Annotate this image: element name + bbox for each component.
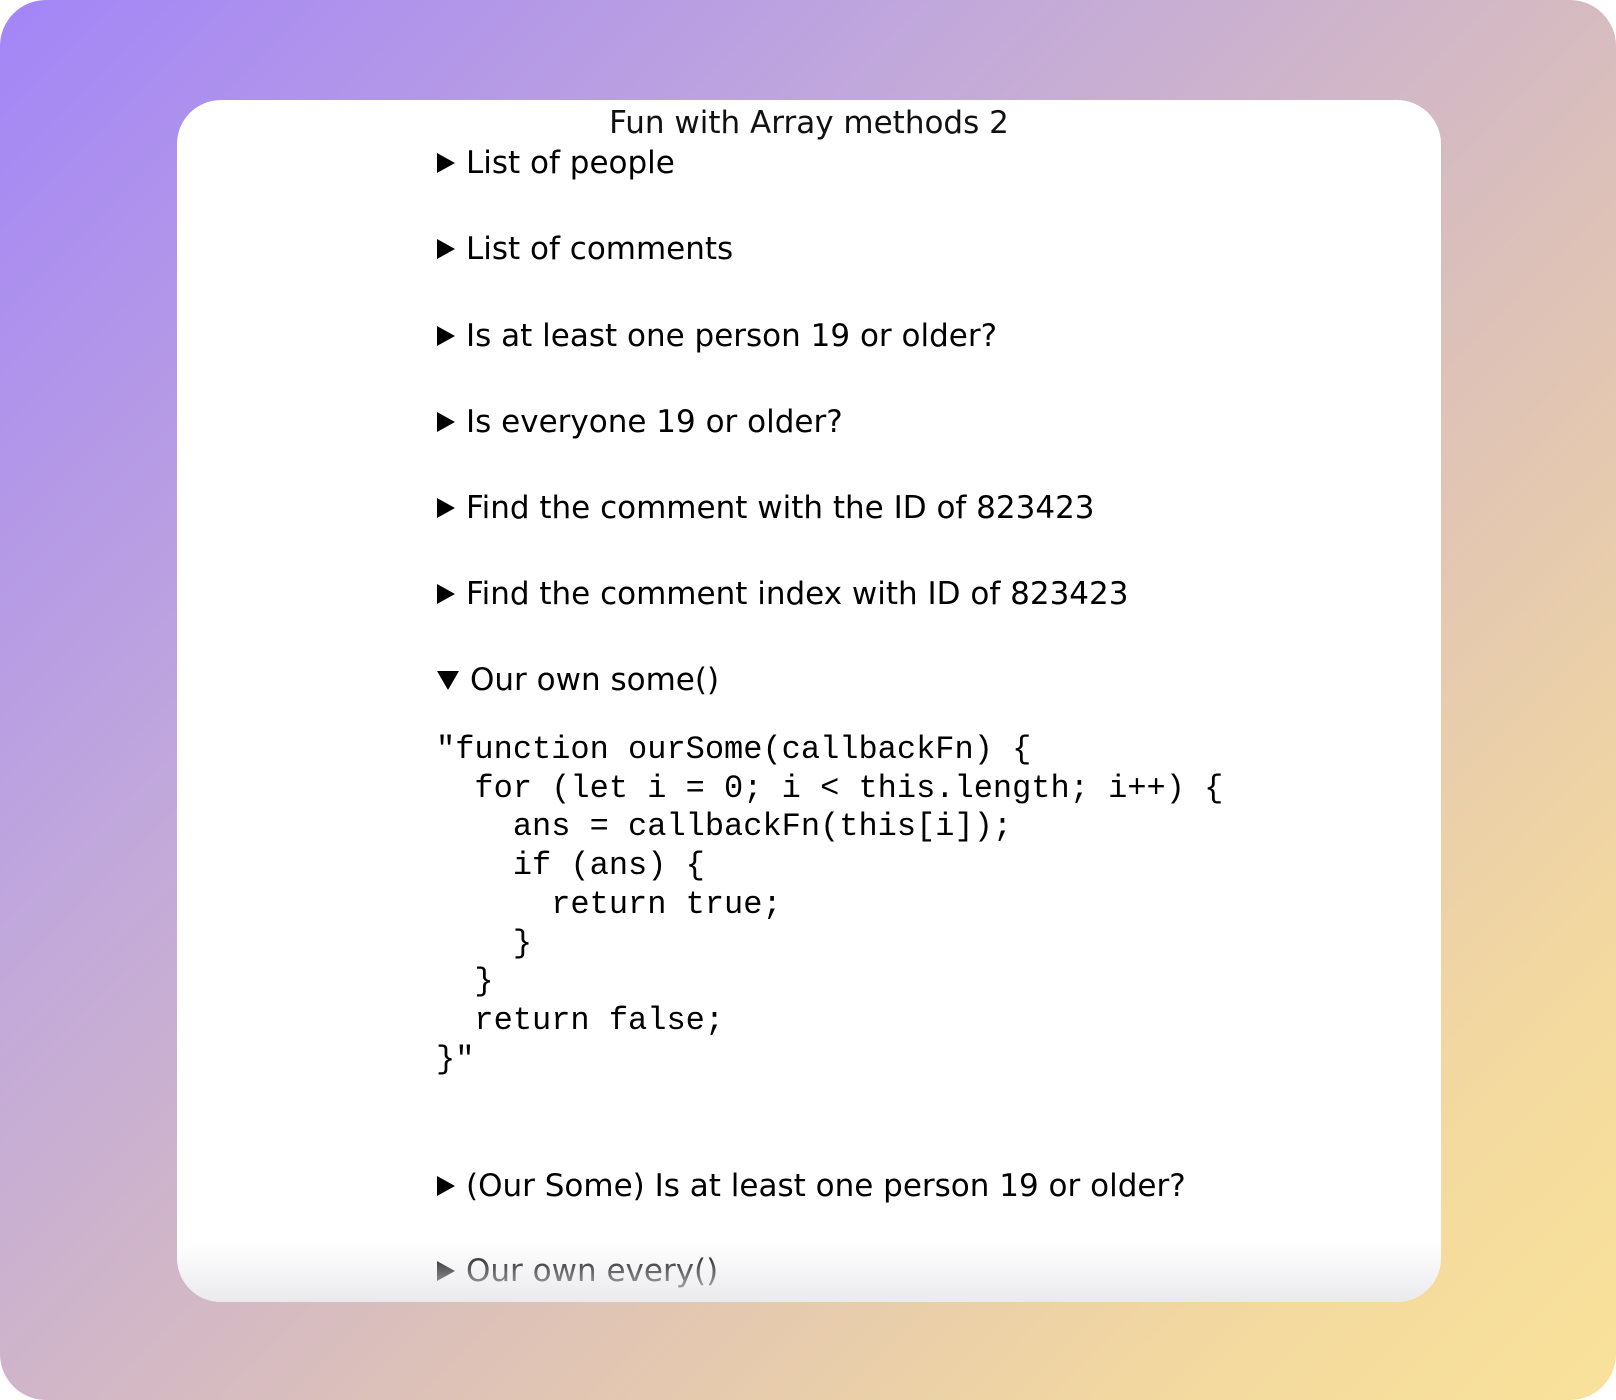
details-find-comment[interactable]: Find the comment with the ID of 823423 bbox=[437, 486, 1095, 530]
bottom-fade bbox=[177, 1242, 1441, 1302]
details-our-own-some[interactable]: Our own some() bbox=[437, 658, 719, 702]
summary-label: Our own every() bbox=[466, 1253, 719, 1289]
details-list-of-people[interactable]: List of people bbox=[437, 141, 675, 185]
triangle-right-icon bbox=[437, 498, 455, 518]
summary-label: Is at least one person 19 or older? bbox=[466, 318, 998, 354]
triangle-right-icon bbox=[437, 239, 455, 259]
triangle-right-icon bbox=[437, 584, 455, 604]
summary-label: List of people bbox=[466, 145, 675, 181]
details-everyone-19[interactable]: Is everyone 19 or older? bbox=[437, 400, 843, 444]
triangle-right-icon bbox=[437, 326, 455, 346]
triangle-right-icon bbox=[437, 1176, 455, 1196]
details-list-of-comments[interactable]: List of comments bbox=[437, 227, 733, 271]
summary-label: Find the comment index with ID of 823423 bbox=[466, 576, 1129, 612]
details-our-own-every[interactable]: Our own every() bbox=[437, 1249, 718, 1293]
triangle-right-icon bbox=[437, 1261, 455, 1281]
summary-label: Is everyone 19 or older? bbox=[466, 404, 843, 440]
summary-label: (Our Some) Is at least one person 19 or … bbox=[466, 1168, 1186, 1204]
details-find-comment-index[interactable]: Find the comment index with ID of 823423 bbox=[437, 572, 1128, 616]
code-block: "function ourSome(callbackFn) { for (let… bbox=[436, 731, 1224, 1078]
details-some-person-19[interactable]: Is at least one person 19 or older? bbox=[437, 314, 997, 358]
content-card: Fun with Array methods 2 List of people … bbox=[177, 100, 1441, 1302]
summary-label: Find the comment with the ID of 823423 bbox=[466, 490, 1095, 526]
summary-label: List of comments bbox=[466, 231, 734, 267]
summary-label: Our own some() bbox=[470, 662, 720, 698]
background-gradient: Fun with Array methods 2 List of people … bbox=[0, 0, 1616, 1400]
triangle-right-icon bbox=[437, 412, 455, 432]
triangle-down-icon bbox=[437, 670, 459, 690]
triangle-right-icon bbox=[437, 153, 455, 173]
page-title: Fun with Array methods 2 bbox=[609, 105, 1009, 141]
details-our-some-person-19[interactable]: (Our Some) Is at least one person 19 or … bbox=[437, 1164, 1186, 1208]
